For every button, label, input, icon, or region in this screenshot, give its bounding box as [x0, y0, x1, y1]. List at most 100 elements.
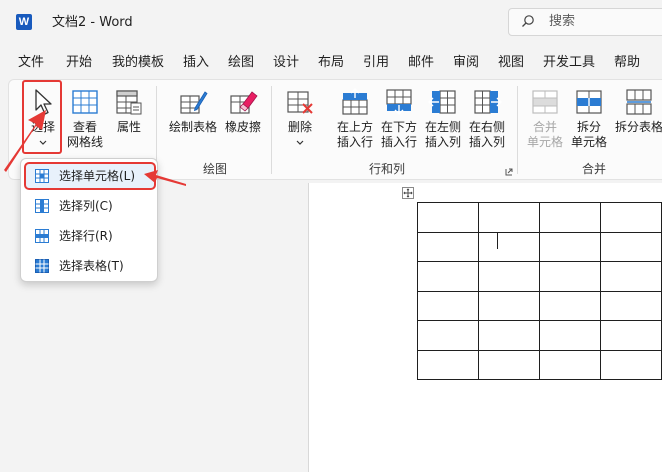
select-button-highlight: [22, 80, 62, 154]
select-dropdown-menu: 选择单元格(L) 选择列(C) 选择行(R) 选择表格(T): [20, 158, 158, 282]
insert-above-label-1: 在上方: [336, 120, 373, 134]
split-cells-button[interactable]: 拆分 单元格: [567, 84, 611, 156]
menu-item-select-cell[interactable]: 选择单元格(L): [24, 162, 156, 190]
merge-cells-label-2: 单元格: [526, 135, 563, 149]
menu-home[interactable]: 开始: [66, 54, 92, 72]
table-cell[interactable]: [417, 202, 479, 233]
insert-column-left-button[interactable]: 在左侧 插入列: [421, 84, 465, 156]
table-properties-icon: [116, 90, 142, 115]
table-row: [417, 349, 662, 380]
menu-file[interactable]: 文件: [18, 54, 44, 72]
search-box[interactable]: 搜索: [508, 8, 662, 36]
insert-right-label-2: 插入列: [468, 135, 505, 149]
table-cell[interactable]: [600, 202, 662, 233]
table-cell[interactable]: [539, 349, 601, 380]
text-cursor: [497, 233, 498, 249]
table-row: [417, 290, 662, 321]
select-row-icon: [35, 229, 49, 243]
table-cell[interactable]: [539, 261, 601, 292]
table-cell[interactable]: [417, 290, 479, 321]
merge-cells-button[interactable]: 合并 单元格: [523, 84, 567, 156]
properties-label: 属性: [116, 120, 141, 134]
menu-view[interactable]: 视图: [498, 54, 524, 72]
table-cell[interactable]: [478, 202, 540, 233]
table-cell[interactable]: [478, 320, 540, 351]
menu-item-label: 选择行(R): [59, 229, 113, 243]
eraser-button[interactable]: 橡皮擦: [223, 84, 263, 156]
table-cell[interactable]: [600, 231, 662, 262]
delete-button[interactable]: 删除: [279, 84, 321, 156]
menu-item-label: 选择列(C): [59, 199, 113, 213]
table-move-handle[interactable]: [402, 187, 414, 199]
draw-table-icon: [180, 91, 208, 114]
menu-item-label: 选择单元格(L): [59, 169, 136, 183]
view-gridlines-button[interactable]: 查看 网格线: [65, 84, 105, 156]
menu-mailings[interactable]: 邮件: [408, 54, 434, 72]
table-cell[interactable]: [478, 349, 540, 380]
select-cell-icon: [35, 169, 49, 183]
menu-item-select-table[interactable]: 选择表格(T): [25, 253, 155, 279]
insert-column-left-icon: [428, 90, 456, 114]
insert-right-label-1: 在右侧: [468, 120, 505, 134]
menu-help[interactable]: 帮助: [614, 54, 640, 72]
group-label-draw: 绘图: [203, 162, 228, 176]
table-row: [417, 320, 662, 351]
gridlines-label-1: 查看: [72, 120, 97, 134]
insert-row-above-button[interactable]: 在上方 插入行: [333, 84, 377, 156]
insert-row-below-button[interactable]: 在下方 插入行: [377, 84, 421, 156]
table-cell[interactable]: [539, 320, 601, 351]
insert-column-right-icon: [474, 90, 502, 114]
separator: [271, 86, 272, 174]
table-cell[interactable]: [600, 261, 662, 292]
delete-table-icon: [287, 91, 313, 114]
table-cell[interactable]: [478, 231, 540, 262]
table-cell[interactable]: [478, 261, 540, 292]
split-table-button[interactable]: 拆分表格: [613, 84, 662, 156]
insert-below-label-2: 插入行: [380, 135, 417, 149]
menu-my-templates[interactable]: 我的模板: [112, 54, 164, 72]
document-table[interactable]: [417, 202, 662, 380]
table-cell[interactable]: [417, 320, 479, 351]
insert-row-above-icon: [342, 88, 368, 115]
document-title: 文档2 - Word: [52, 15, 133, 30]
move-arrows-icon: [403, 188, 413, 198]
group-label-merge: 合并: [582, 162, 607, 176]
menu-developer[interactable]: 开发工具: [543, 54, 595, 72]
table-cell[interactable]: [539, 202, 601, 233]
search-placeholder: 搜索: [549, 14, 576, 29]
menu-insert[interactable]: 插入: [183, 54, 209, 72]
gridlines-label-2: 网格线: [66, 135, 103, 149]
word-logo-icon: W: [16, 14, 32, 30]
table-cell[interactable]: [478, 290, 540, 321]
table-cell[interactable]: [417, 261, 479, 292]
insert-row-below-icon: [386, 89, 412, 115]
menu-design[interactable]: 设计: [273, 54, 299, 72]
table-cell[interactable]: [600, 290, 662, 321]
menu-review[interactable]: 审阅: [453, 54, 479, 72]
menu-item-label: 选择表格(T): [59, 259, 124, 273]
table-cell[interactable]: [539, 290, 601, 321]
draw-table-button[interactable]: 绘制表格: [165, 84, 221, 156]
search-icon: [522, 15, 534, 27]
menu-references[interactable]: 引用: [363, 54, 389, 72]
delete-label: 删除: [287, 120, 312, 134]
select-column-icon: [35, 199, 49, 213]
dialog-launcher-icon[interactable]: [505, 168, 513, 176]
separator: [517, 86, 518, 174]
properties-button[interactable]: 属性: [111, 84, 147, 156]
menu-item-select-row[interactable]: 选择行(R): [25, 223, 155, 249]
table-cell[interactable]: [417, 231, 479, 262]
eraser-label: 橡皮擦: [224, 120, 261, 134]
split-table-icon: [626, 89, 652, 115]
table-cell[interactable]: [539, 231, 601, 262]
split-table-label: 拆分表格: [614, 120, 662, 134]
insert-column-right-button[interactable]: 在右侧 插入列: [465, 84, 509, 156]
gridlines-icon: [72, 90, 98, 114]
table-cell[interactable]: [600, 349, 662, 380]
insert-left-label-2: 插入列: [424, 135, 461, 149]
menu-draw[interactable]: 绘图: [228, 54, 254, 72]
menu-layout[interactable]: 布局: [318, 54, 344, 72]
menu-item-select-column[interactable]: 选择列(C): [25, 193, 155, 219]
table-cell[interactable]: [417, 349, 479, 380]
table-cell[interactable]: [600, 320, 662, 351]
